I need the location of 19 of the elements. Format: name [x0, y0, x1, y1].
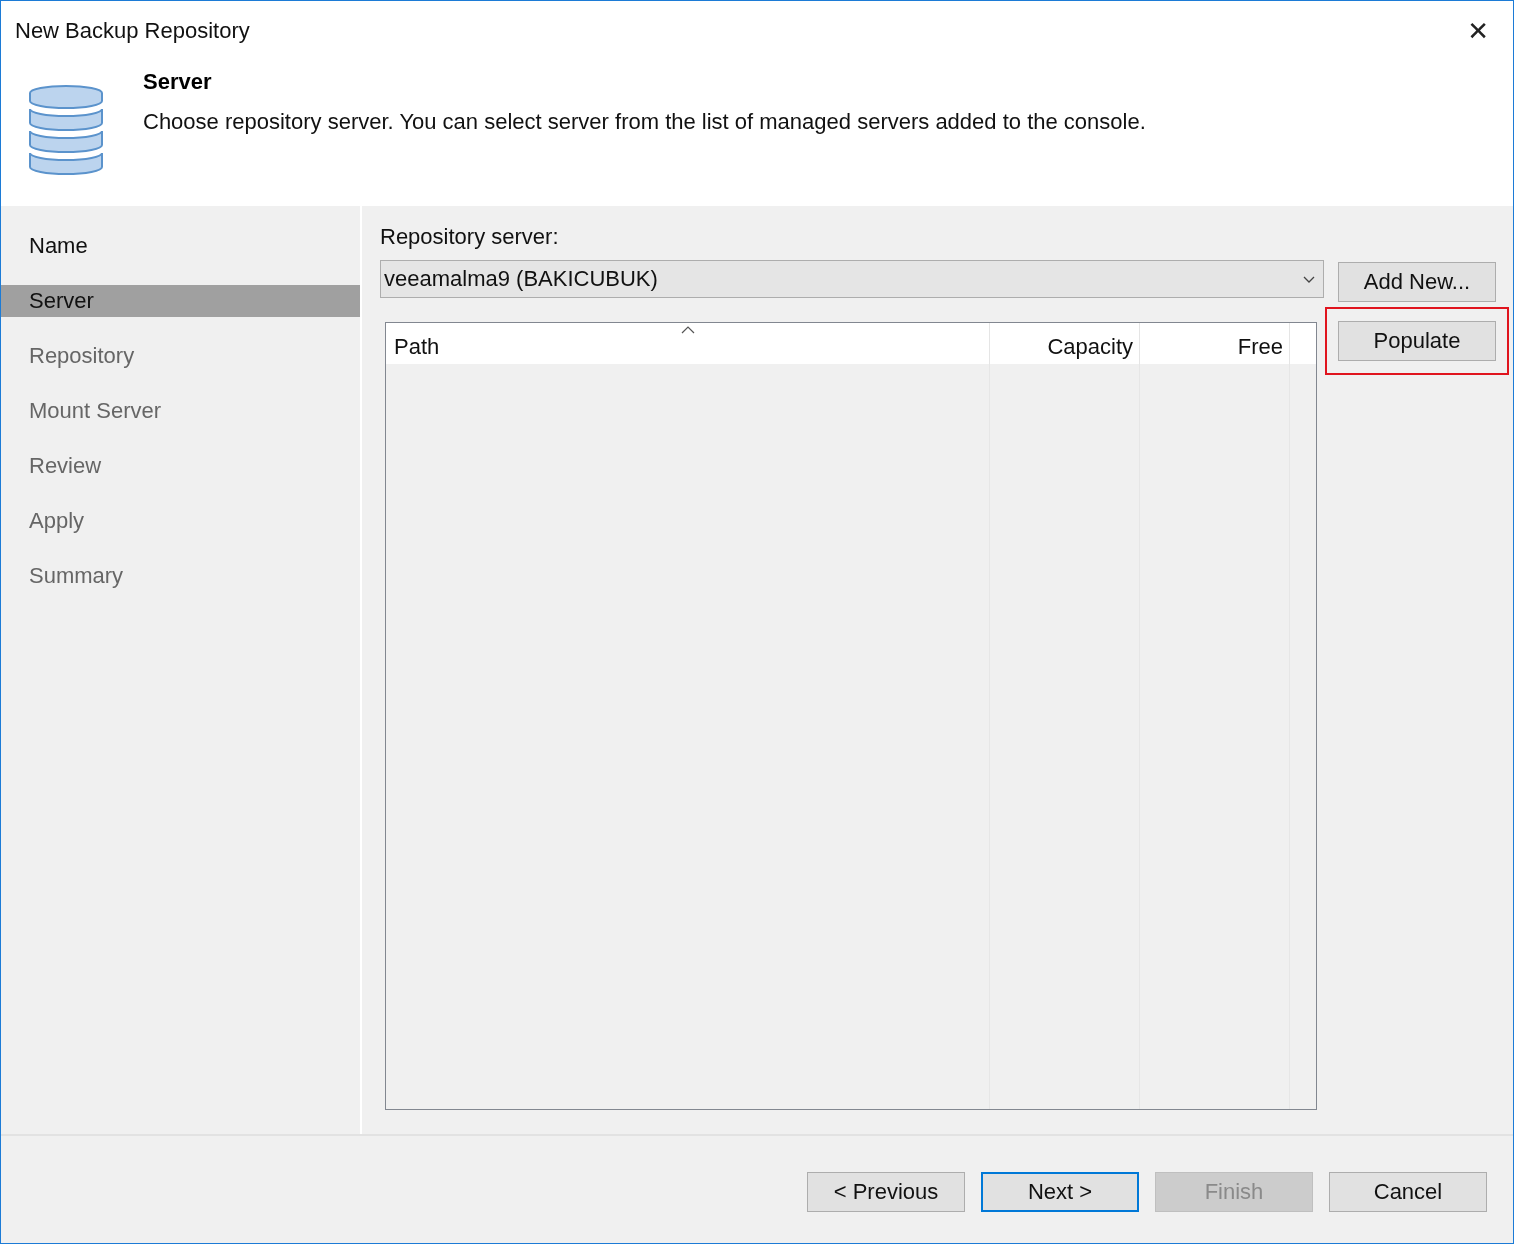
field-label: Repository server:	[380, 224, 560, 250]
step-description: Choose repository server. You can select server from the list of managed servers added to the console.	[143, 109, 1146, 135]
wizard-button[interactable]: Next >	[981, 1171, 1139, 1212]
sort-caret-icon	[680, 326, 695, 334]
step-title: Server	[143, 69, 213, 95]
action-button[interactable]: Populate	[1338, 321, 1496, 361]
database-icon	[29, 83, 103, 175]
server-dropdown[interactable]: veeamalma9 (BAKICUBUK)	[380, 260, 1324, 298]
step-item[interactable]: Server	[1, 285, 360, 317]
column-header[interactable]: Free	[1140, 323, 1290, 364]
close-button[interactable]: ✕	[1459, 16, 1497, 46]
wizard-button[interactable]: Cancel	[1329, 1171, 1487, 1212]
step-item[interactable]: Name	[1, 230, 360, 262]
column-header[interactable]: Capacity	[990, 323, 1140, 364]
action-button[interactable]: Add New...	[1338, 262, 1496, 302]
window-title: New Backup Repository	[15, 18, 250, 44]
wizard-button[interactable]: < Previous	[807, 1171, 965, 1212]
chevron-down-icon	[1303, 275, 1315, 283]
column-header[interactable]: Path	[386, 323, 990, 364]
